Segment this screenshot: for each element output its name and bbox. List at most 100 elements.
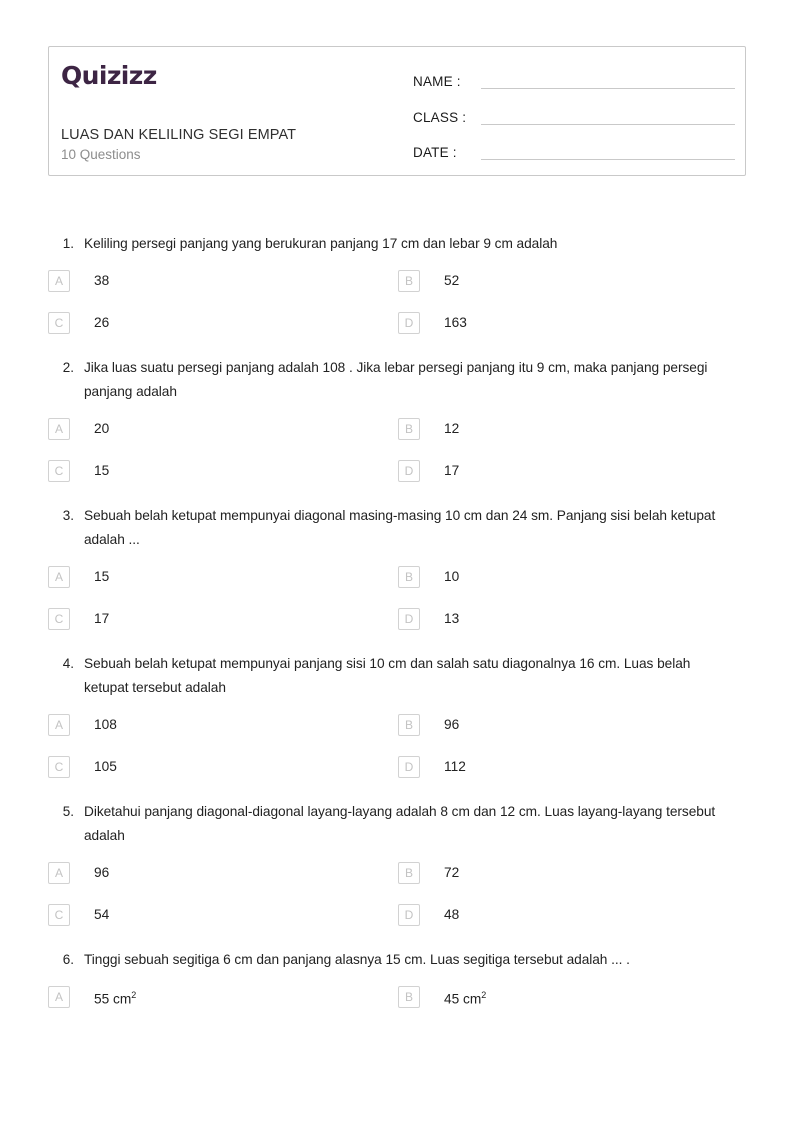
answer-option[interactable]: A 20 (48, 418, 398, 440)
answer-option[interactable]: D 13 (398, 608, 748, 630)
option-letter-box[interactable]: D (398, 608, 420, 630)
option-text: 108 (94, 717, 117, 732)
answer-option[interactable]: D 17 (398, 460, 748, 482)
option-grid: A 20 B 12 C 15 D 17 (48, 418, 748, 482)
option-letter-box[interactable]: D (398, 312, 420, 334)
question-row: 4. Sebuah belah ketupat mempunyai panjang… (48, 652, 748, 700)
option-text: 55 cm2 (94, 989, 137, 1007)
option-letter-box[interactable]: C (48, 608, 70, 630)
question-block: 4. Sebuah belah ketupat mempunyai panjang… (48, 652, 748, 778)
quizizz-logo: Quizizz (61, 61, 157, 90)
option-text: 17 (94, 611, 110, 626)
answer-option[interactable]: A 96 (48, 862, 398, 884)
option-letter-box[interactable]: B (398, 418, 420, 440)
option-letter-box[interactable]: A (48, 270, 70, 292)
question-block: 6. Tinggi sebuah segitiga 6 cm dan panjan… (48, 948, 748, 1008)
answer-option[interactable]: B 10 (398, 566, 748, 588)
option-letter-box[interactable]: C (48, 904, 70, 926)
option-text: 96 (94, 865, 110, 880)
option-text: 15 (94, 569, 110, 584)
option-letter-box[interactable]: B (398, 270, 420, 292)
option-text: 112 (444, 759, 466, 774)
question-text: Keliling persegi panjang yang berukuran … (84, 236, 558, 251)
class-field-label: CLASS : (413, 110, 467, 125)
option-text: 72 (444, 865, 460, 880)
option-letter-box[interactable]: C (48, 756, 70, 778)
question-row: 1. Keliling persegi panjang yang berukura… (48, 232, 748, 256)
question-number: 2. (62, 360, 74, 375)
question-text: Sebuah belah ketupat mempunyai panjang s… (84, 656, 691, 695)
answer-option[interactable]: B 72 (398, 862, 748, 884)
option-grid: A 38 B 52 C 26 D 163 (48, 270, 748, 334)
option-text: 20 (94, 421, 110, 436)
answer-option[interactable]: C 17 (48, 608, 398, 630)
option-grid: A 96 B 72 C 54 D 48 (48, 862, 748, 926)
question-count-label: 10 Questions (61, 147, 141, 162)
answer-option[interactable]: A 108 (48, 714, 398, 736)
option-letter-box[interactable]: D (398, 904, 420, 926)
date-field-label: DATE : (413, 145, 457, 160)
name-field-input[interactable] (481, 73, 735, 89)
option-letter-box[interactable]: B (398, 714, 420, 736)
option-letter-box[interactable]: A (48, 862, 70, 884)
option-text: 52 (444, 273, 460, 288)
option-grid: A 15 B 10 C 17 D 13 (48, 566, 748, 630)
option-letter-box[interactable]: A (48, 418, 70, 440)
worksheet-header-card: Quizizz LUAS DAN KELILING SEGI EMPAT 10 … (48, 46, 746, 176)
question-number: 4. (62, 656, 74, 671)
question-text: Diketahui panjang diagonal-diagonal laya… (84, 804, 716, 843)
answer-option[interactable]: B 45 cm2 (398, 986, 748, 1008)
question-number: 5. (62, 804, 74, 819)
option-text: 105 (94, 759, 117, 774)
header-fields-section: NAME : CLASS : DATE : (413, 47, 745, 175)
class-field-input[interactable] (481, 109, 735, 125)
question-text: Tinggi sebuah segitiga 6 cm dan panjang … (84, 952, 630, 967)
answer-option[interactable]: B 96 (398, 714, 748, 736)
answer-option[interactable]: B 52 (398, 270, 748, 292)
option-letter-box[interactable]: D (398, 460, 420, 482)
option-letter-box[interactable]: B (398, 986, 420, 1008)
option-text: 45 cm2 (444, 989, 487, 1007)
option-letter-box[interactable]: A (48, 986, 70, 1008)
option-text: 163 (444, 315, 467, 330)
page-title: LUAS DAN KELILING SEGI EMPAT (61, 127, 297, 143)
question-row: 2. Jika luas suatu persegi panjang adalah… (48, 356, 748, 404)
answer-option[interactable]: D 112 (398, 756, 748, 778)
option-letter-box[interactable]: C (48, 460, 70, 482)
date-field-row: DATE : (413, 140, 745, 160)
question-block: 3. Sebuah belah ketupat mempunyai diagona… (48, 504, 748, 630)
option-text: 12 (444, 421, 460, 436)
answer-option[interactable]: D 48 (398, 904, 748, 926)
answer-option[interactable]: C 15 (48, 460, 398, 482)
answer-option[interactable]: B 12 (398, 418, 748, 440)
question-text: Sebuah belah ketupat mempunyai diagonal … (84, 508, 716, 547)
answer-option[interactable]: A 38 (48, 270, 398, 292)
option-text: 54 (94, 907, 110, 922)
name-field-label: NAME : (413, 74, 461, 89)
option-letter-box[interactable]: A (48, 566, 70, 588)
question-list: 1. Keliling persegi panjang yang berukura… (48, 232, 748, 1030)
question-text: Jika luas suatu persegi panjang adalah 1… (84, 360, 708, 399)
answer-option[interactable]: C 26 (48, 312, 398, 334)
name-field-row: NAME : (413, 69, 745, 89)
question-row: 6. Tinggi sebuah segitiga 6 cm dan panjan… (48, 948, 748, 972)
option-text: 26 (94, 315, 110, 330)
answer-option[interactable]: A 55 cm2 (48, 986, 398, 1008)
option-text: 13 (444, 611, 460, 626)
option-text: 38 (94, 273, 110, 288)
option-text: 10 (444, 569, 460, 584)
option-letter-box[interactable]: B (398, 566, 420, 588)
option-letter-box[interactable]: C (48, 312, 70, 334)
answer-option[interactable]: C 105 (48, 756, 398, 778)
option-text: 48 (444, 907, 460, 922)
answer-option[interactable]: A 15 (48, 566, 398, 588)
option-letter-box[interactable]: B (398, 862, 420, 884)
question-block: 2. Jika luas suatu persegi panjang adalah… (48, 356, 748, 482)
question-number: 1. (62, 236, 74, 251)
answer-option[interactable]: C 54 (48, 904, 398, 926)
answer-option[interactable]: D 163 (398, 312, 748, 334)
option-letter-box[interactable]: D (398, 756, 420, 778)
option-letter-box[interactable]: A (48, 714, 70, 736)
date-field-input[interactable] (481, 144, 735, 160)
question-row: 5. Diketahui panjang diagonal-diagonal la… (48, 800, 748, 848)
